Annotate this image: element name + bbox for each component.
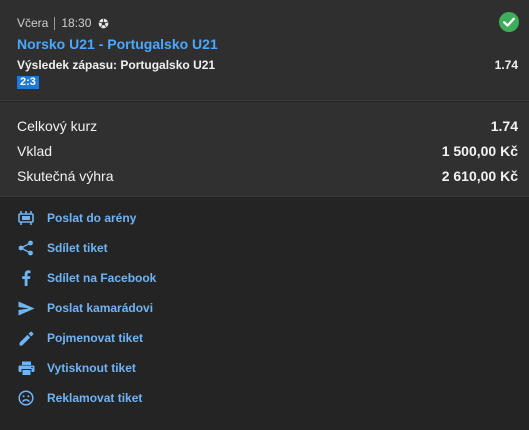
rename-ticket-button[interactable]: Pojmenovat tiket <box>17 328 217 348</box>
print-ticket-button[interactable]: Vytisknout tiket <box>17 358 217 378</box>
selection-row: Výsledek zápasu: Portugalsko U21 1.74 <box>17 58 518 72</box>
summary-value: 2 610,00 Kč <box>441 168 518 184</box>
share-ticket-button[interactable]: Sdílet tiket <box>17 238 217 258</box>
action-label: Reklamovat tiket <box>47 391 143 405</box>
summary-row-actual-win: Skutečná výhra 2 610,00 Kč <box>17 166 518 186</box>
selection-odds: 1.74 <box>494 58 518 72</box>
share-icon <box>17 239 35 257</box>
complaint-icon <box>17 389 35 407</box>
pencil-icon <box>17 329 35 347</box>
summary-row-total-odds: Celkový kurz 1.74 <box>17 116 518 136</box>
match-title-link[interactable]: Norsko U21 - Portugalsko U21 <box>17 36 218 52</box>
summary-value: 1.74 <box>490 118 518 134</box>
check-circle-icon <box>499 12 519 32</box>
ticket-summary: Celkový kurz 1.74 Vklad 1 500,00 Kč Skut… <box>0 102 529 197</box>
send-icon <box>17 299 35 317</box>
action-label: Poslat do arény <box>47 211 137 225</box>
action-label: Vytisknout tiket <box>47 361 136 375</box>
print-icon <box>17 359 35 377</box>
meta-divider <box>54 16 56 30</box>
bet-time: 18:30 <box>61 16 92 30</box>
facebook-icon <box>17 269 35 287</box>
soccer-ball-icon <box>99 18 109 28</box>
action-label: Pojmenovat tiket <box>47 331 144 345</box>
bet-meta: Včera 18:30 <box>17 16 109 30</box>
arena-icon <box>17 209 35 227</box>
selection-label: Výsledek zápasu: Portugalsko U21 <box>17 58 216 72</box>
send-to-friend-button[interactable]: Poslat kamarádovi <box>17 298 217 318</box>
send-to-arena-button[interactable]: Poslat do arény <box>17 208 217 228</box>
bet-card: Včera 18:30 Norsko U21 - Portugalsko U21… <box>0 0 529 101</box>
summary-label: Skutečná výhra <box>17 168 114 184</box>
share-facebook-button[interactable]: Sdílet na Facebook <box>17 268 217 288</box>
action-label: Sdílet na Facebook <box>47 271 157 285</box>
complain-ticket-button[interactable]: Reklamovat tiket <box>17 388 217 408</box>
action-label: Poslat kamarádovi <box>47 301 154 315</box>
summary-row-stake: Vklad 1 500,00 Kč <box>17 141 518 161</box>
score-badge: 2:3 <box>17 76 39 89</box>
summary-label: Celkový kurz <box>17 118 98 134</box>
summary-value: 1 500,00 Kč <box>441 143 518 159</box>
action-label: Sdílet tiket <box>47 241 108 255</box>
bet-day: Včera <box>17 16 49 30</box>
summary-label: Vklad <box>17 143 53 159</box>
